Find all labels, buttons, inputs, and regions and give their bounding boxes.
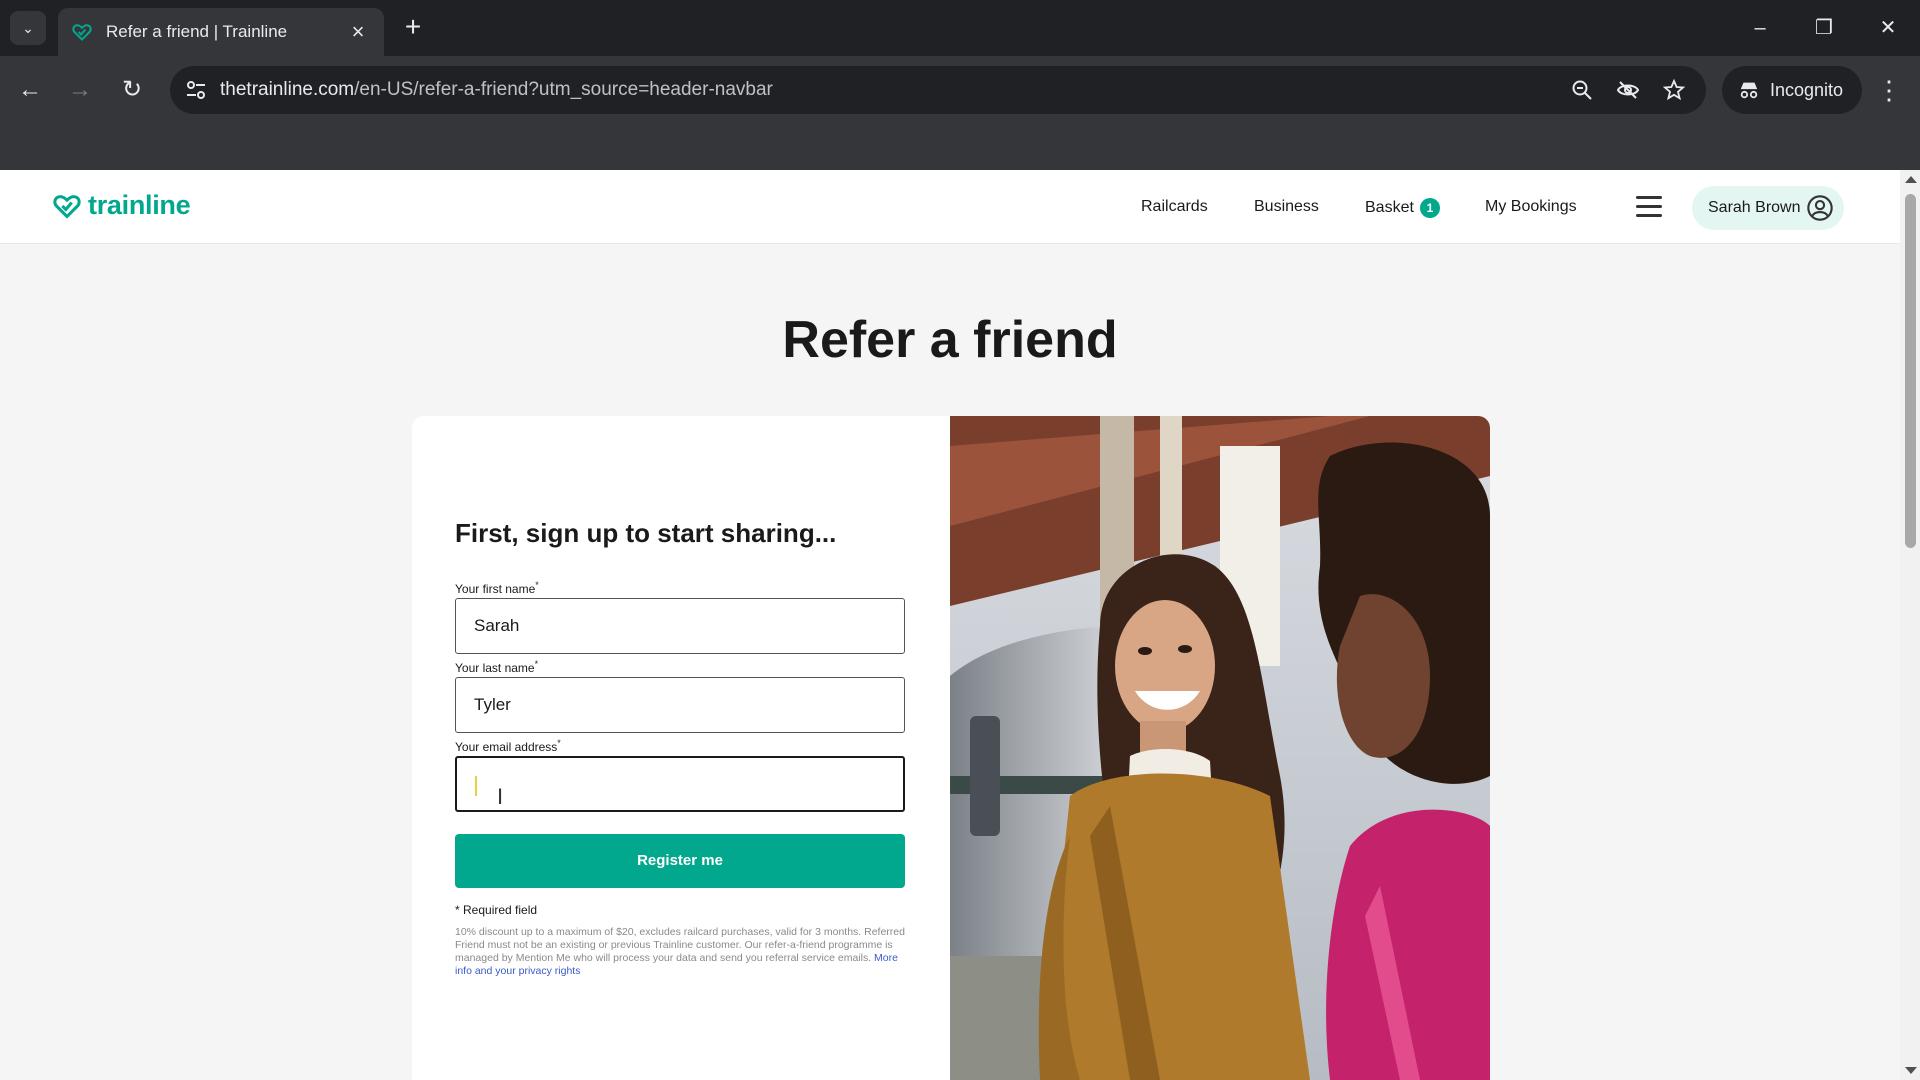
email-label: Your email address* xyxy=(455,738,561,754)
tab-search-icon[interactable]: ⌄ xyxy=(10,11,46,45)
text-cursor-icon: I xyxy=(497,784,504,809)
required-note: * Required field xyxy=(455,903,538,917)
page-scrollbar[interactable] xyxy=(1900,170,1920,1080)
tab-title: Refer a friend | Trainline xyxy=(106,22,288,41)
close-icon[interactable]: × xyxy=(346,19,370,45)
account-name: Sarah Brown xyxy=(1708,199,1801,216)
hamburger-menu-icon[interactable] xyxy=(1636,196,1662,218)
minimize-icon[interactable]: – xyxy=(1740,10,1780,46)
user-avatar-icon xyxy=(1807,195,1833,221)
nav-my-bookings[interactable]: My Bookings xyxy=(1485,198,1577,216)
scroll-down-icon[interactable] xyxy=(1905,1067,1917,1074)
site-header: trainline Railcards Business Basket 1 My … xyxy=(0,170,1900,244)
email-input[interactable]: I xyxy=(455,756,905,812)
basket-label: Basket xyxy=(1365,199,1414,217)
signup-form: First, sign up to start sharing... Your … xyxy=(412,416,950,1080)
plus-icon[interactable]: + xyxy=(398,12,428,42)
nav-basket[interactable]: Basket 1 xyxy=(1365,198,1440,218)
trainline-heart-icon xyxy=(53,194,81,219)
last-name-label: Your last name* xyxy=(455,659,539,675)
incognito-chip[interactable]: Incognito xyxy=(1722,66,1862,114)
nav-business[interactable]: Business xyxy=(1254,198,1319,216)
incognito-label: Incognito xyxy=(1770,79,1844,100)
nav-railcards[interactable]: Railcards xyxy=(1141,198,1208,216)
close-window-icon[interactable]: ✕ xyxy=(1868,10,1908,46)
form-heading: First, sign up to start sharing... xyxy=(455,518,837,548)
restore-icon[interactable]: ❐ xyxy=(1804,10,1844,46)
star-icon[interactable] xyxy=(1662,78,1686,102)
hero-photo xyxy=(950,416,1490,1080)
register-button[interactable]: Register me xyxy=(455,834,905,888)
site-info-icon[interactable] xyxy=(184,78,208,102)
text-caret xyxy=(475,776,477,796)
address-bar[interactable]: thetrainline.com/en-US/refer-a-friend?ut… xyxy=(170,66,1706,114)
browser-toolbar: ← → ↻ thetrainline.com/en-US/refer-a-fri… xyxy=(0,56,1920,170)
first-name-input[interactable]: Sarah xyxy=(455,598,905,654)
trainline-logo[interactable]: trainline xyxy=(52,190,191,221)
forward-icon[interactable]: → xyxy=(62,72,98,108)
zoom-icon[interactable] xyxy=(1570,78,1594,102)
incognito-icon xyxy=(1740,82,1758,99)
eye-off-icon[interactable] xyxy=(1616,78,1640,102)
disclaimer-text: 10% discount up to a maximum of $20, exc… xyxy=(455,926,905,977)
first-name-label: Your first name* xyxy=(455,580,539,596)
referral-card: First, sign up to start sharing... Your … xyxy=(412,416,1490,1080)
scrollbar-thumb[interactable] xyxy=(1905,194,1916,548)
trainline-favicon-icon xyxy=(72,24,92,41)
logo-text: trainline xyxy=(88,190,191,220)
account-button[interactable]: Sarah Brown xyxy=(1692,186,1844,230)
kebab-menu-icon[interactable]: ⋮ xyxy=(1874,72,1904,108)
basket-count-badge: 1 xyxy=(1419,198,1440,218)
browser-tab-bar: ⌄ Refer a friend | Trainline × + – ❐ ✕ xyxy=(0,0,1920,56)
last-name-input[interactable]: Tyler xyxy=(455,677,905,733)
url-text: thetrainline.com/en-US/refer-a-friend?ut… xyxy=(220,79,773,100)
reload-icon[interactable]: ↻ xyxy=(114,72,150,108)
scroll-up-icon[interactable] xyxy=(1905,176,1917,183)
browser-tab[interactable]: Refer a friend | Trainline × xyxy=(58,8,384,56)
page-title: Refer a friend xyxy=(782,311,1118,369)
back-icon[interactable]: ← xyxy=(12,72,48,108)
